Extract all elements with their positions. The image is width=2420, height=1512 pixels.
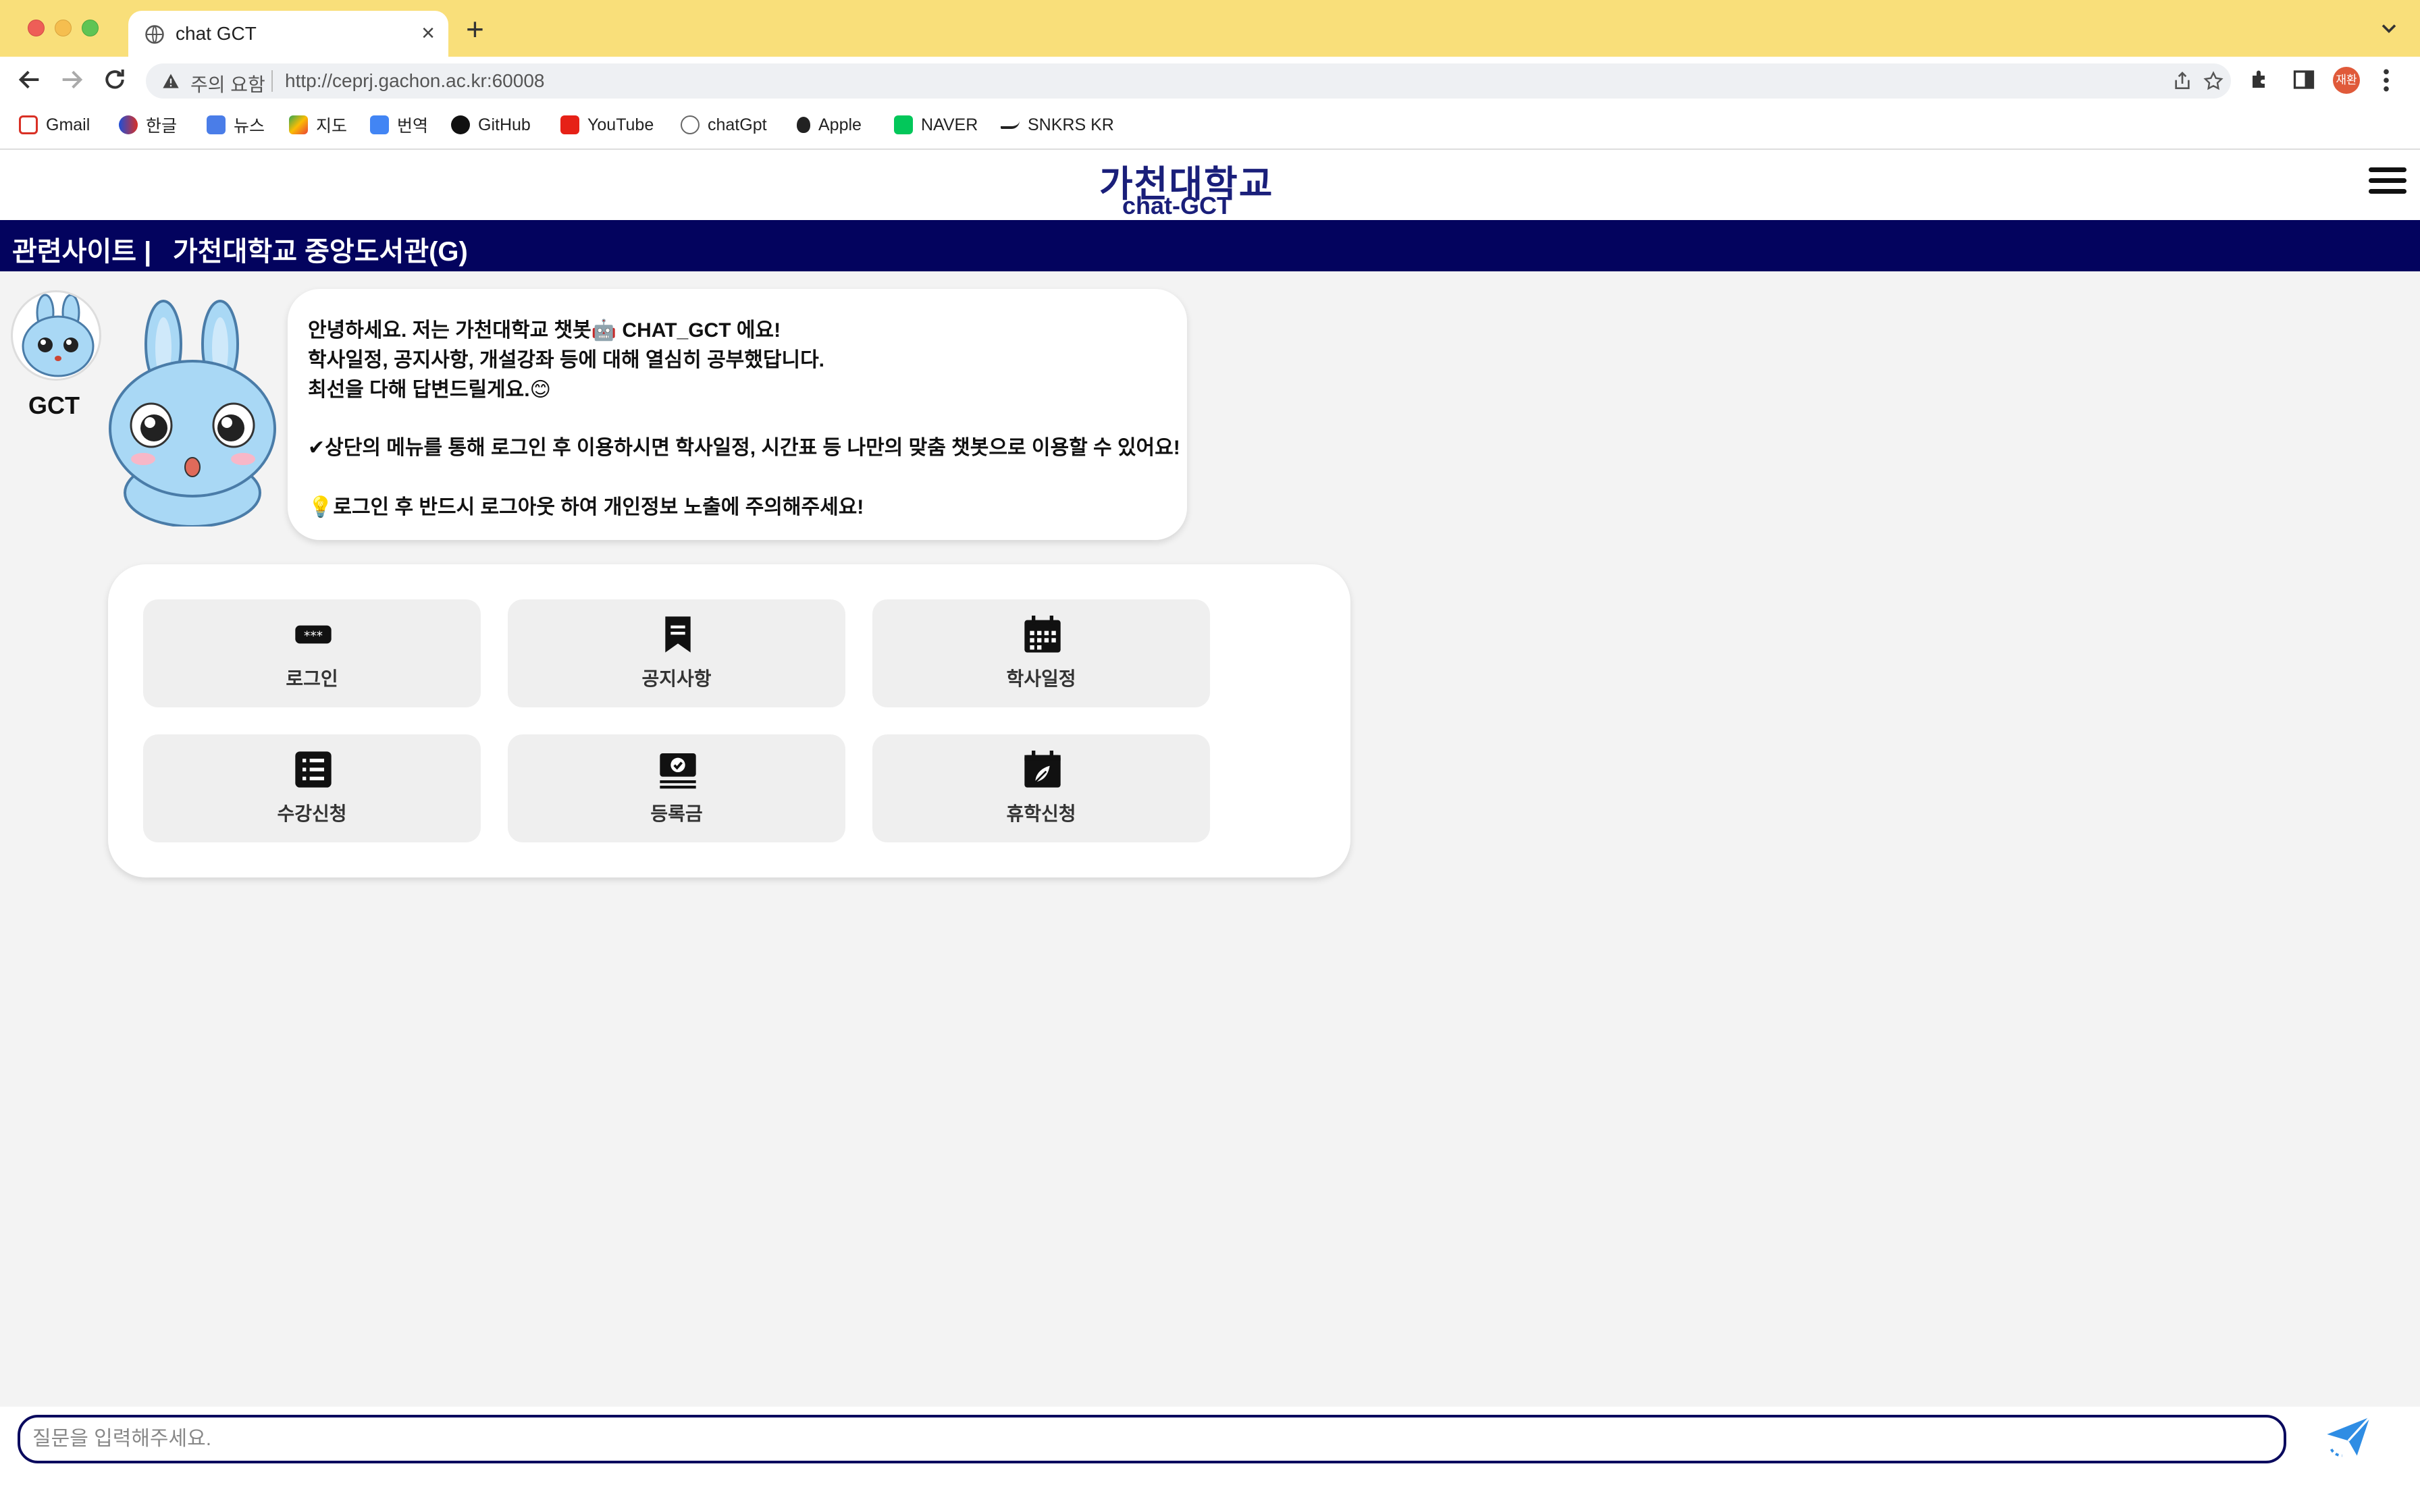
url-text[interactable]: http://ceprj.gachon.ac.kr:60008 (285, 70, 544, 92)
bookmark-label: Gmail (46, 115, 90, 134)
bookmark-label: 한글 (146, 117, 178, 136)
bookmark-label: 지도 (316, 117, 348, 136)
naver-icon (894, 115, 913, 134)
message-line: 학사일정, 공지사항, 개설강좌 등에 대해 열심히 공부했답니다. (308, 349, 825, 371)
academic-calendar-button[interactable]: 학사일정 (872, 599, 1210, 707)
share-icon[interactable] (2172, 70, 2193, 92)
bookmark-apple[interactable]: Apple (797, 113, 862, 136)
bot-name: GCT (28, 392, 80, 419)
bot-avatar (11, 290, 101, 381)
tuition-button[interactable]: 등록금 (508, 734, 845, 842)
svg-text:***: *** (304, 630, 323, 644)
site-header: 가천대학교 chat-GCT (0, 150, 2420, 220)
bookmark-github[interactable]: GitHub (451, 113, 531, 136)
browser-tab-strip: chat GCT × + (0, 0, 2420, 57)
notice-icon (665, 616, 691, 653)
insecure-label[interactable]: 주의 요함 (190, 70, 265, 97)
tab-title: chat GCT (176, 23, 257, 44)
tab-close-icon[interactable]: × (421, 20, 435, 47)
message-line: 💡로그인 후 반드시 로그아웃 하여 개인정보 노출에 주의해주세요! (308, 496, 864, 518)
window-minimize-button[interactable] (55, 20, 72, 36)
related-sites-label: 관련사이트 | (12, 237, 152, 267)
hamburger-menu-icon[interactable] (2369, 167, 2406, 201)
swoosh-icon (1001, 121, 1020, 129)
chatgpt-icon (681, 115, 700, 134)
window-zoom-button[interactable] (82, 20, 99, 36)
bookmark-maps[interactable]: 지도 (289, 113, 347, 136)
news-icon (207, 115, 226, 134)
list-icon (295, 751, 332, 788)
bookmark-gmail[interactable]: Gmail (19, 113, 90, 136)
bunny-mascot-icon (109, 300, 276, 526)
browser-tab[interactable]: chat GCT × (128, 11, 448, 57)
message-line: 최선을 다해 답변드릴게요.😊 (308, 379, 551, 401)
bookmark-label: 번역 (397, 117, 429, 136)
bookmark-snkrs[interactable]: SNKRS KR (1001, 113, 1114, 136)
bookmark-translate[interactable]: 번역 (370, 113, 428, 136)
profile-avatar[interactable]: 재환 (2333, 67, 2360, 94)
address-divider (271, 70, 273, 92)
apple-icon (797, 117, 810, 133)
bookmark-chatgpt[interactable]: chatGpt (681, 113, 767, 136)
leaf-calendar-icon (1024, 751, 1061, 788)
extensions-puzzle-icon[interactable] (2248, 68, 2273, 92)
globe-icon (145, 25, 164, 44)
bookmark-label: NAVER (921, 115, 978, 134)
address-bar[interactable]: 주의 요함 http://ceprj.gachon.ac.kr:60008 (146, 63, 2231, 99)
forward-arrow-icon[interactable] (58, 66, 85, 93)
warning-triangle-icon (163, 74, 179, 88)
reload-icon[interactable] (101, 66, 128, 93)
related-sites-bar: 관련사이트 | 가천대학교 중앙도서관(G) (0, 220, 2420, 271)
bookmarks-bar: Gmail 한글 뉴스 지도 번역 GitHub YouTube chatGpt… (0, 108, 2420, 140)
bookmark-star-icon[interactable] (2203, 70, 2224, 92)
message-line: 안녕하세요. 저는 가천대학교 챗봇🤖 CHAT_GCT 에요! (308, 319, 781, 342)
calendar-icon (1024, 616, 1061, 653)
leave-of-absence-button[interactable]: 휴학신청 (872, 734, 1210, 842)
gmail-icon (19, 115, 38, 134)
translate-icon (370, 115, 389, 134)
menu-label: 학사일정 (1006, 668, 1076, 689)
notice-button[interactable]: 공지사항 (508, 599, 845, 707)
menu-label: 공지사항 (641, 668, 712, 689)
library-link[interactable]: 가천대학교 중앙도서관(G) (173, 230, 468, 269)
send-paper-plane-icon[interactable] (2323, 1411, 2374, 1462)
message-line: ✔상단의 메뉴를 통해 로그인 후 이용하시면 학사일정, 시간표 등 나만의 … (308, 437, 1180, 459)
github-icon (451, 115, 470, 134)
bookmark-news[interactable]: 뉴스 (207, 113, 265, 136)
bookmark-label: chatGpt (708, 115, 767, 134)
quick-menu-card: *** 로그인 공지사항 학사일정 수강신청 등록금 휴학신청 (108, 564, 1350, 878)
youtube-icon (560, 115, 579, 134)
maps-icon (289, 115, 308, 134)
password-icon: *** (295, 625, 332, 644)
menu-label: 로그인 (286, 668, 338, 689)
hangul-icon (119, 115, 138, 134)
tab-search-chevron-icon[interactable] (2377, 16, 2401, 40)
window-close-button[interactable] (28, 20, 45, 36)
bookmark-hangul[interactable]: 한글 (119, 113, 177, 136)
question-input[interactable] (18, 1415, 2286, 1463)
back-arrow-icon[interactable] (16, 66, 43, 93)
logo-subtitle[interactable]: chat-GCT (1122, 192, 1232, 220)
bookmark-youtube[interactable]: YouTube (560, 113, 654, 136)
bookmark-label: SNKRS KR (1028, 115, 1114, 134)
bookmark-label: GitHub (478, 115, 531, 134)
course-registration-button[interactable]: 수강신청 (143, 734, 481, 842)
bookmark-label: Apple (818, 115, 862, 134)
money-icon (660, 753, 696, 789)
side-panel-icon[interactable] (2292, 68, 2316, 92)
menu-label: 등록금 (650, 803, 703, 824)
bookmark-label: 뉴스 (234, 117, 265, 136)
bunny-avatar-icon (22, 294, 95, 377)
browser-menu-icon[interactable] (2381, 68, 2392, 93)
menu-label: 수강신청 (277, 803, 347, 824)
login-button[interactable]: *** 로그인 (143, 599, 481, 707)
menu-label: 휴학신청 (1006, 803, 1076, 824)
bookmark-naver[interactable]: NAVER (894, 113, 978, 136)
bot-message-bubble: 안녕하세요. 저는 가천대학교 챗봇🤖 CHAT_GCT 에요! 학사일정, 공… (288, 289, 1187, 540)
new-tab-button[interactable]: + (466, 14, 484, 45)
bookmark-label: YouTube (587, 115, 654, 134)
